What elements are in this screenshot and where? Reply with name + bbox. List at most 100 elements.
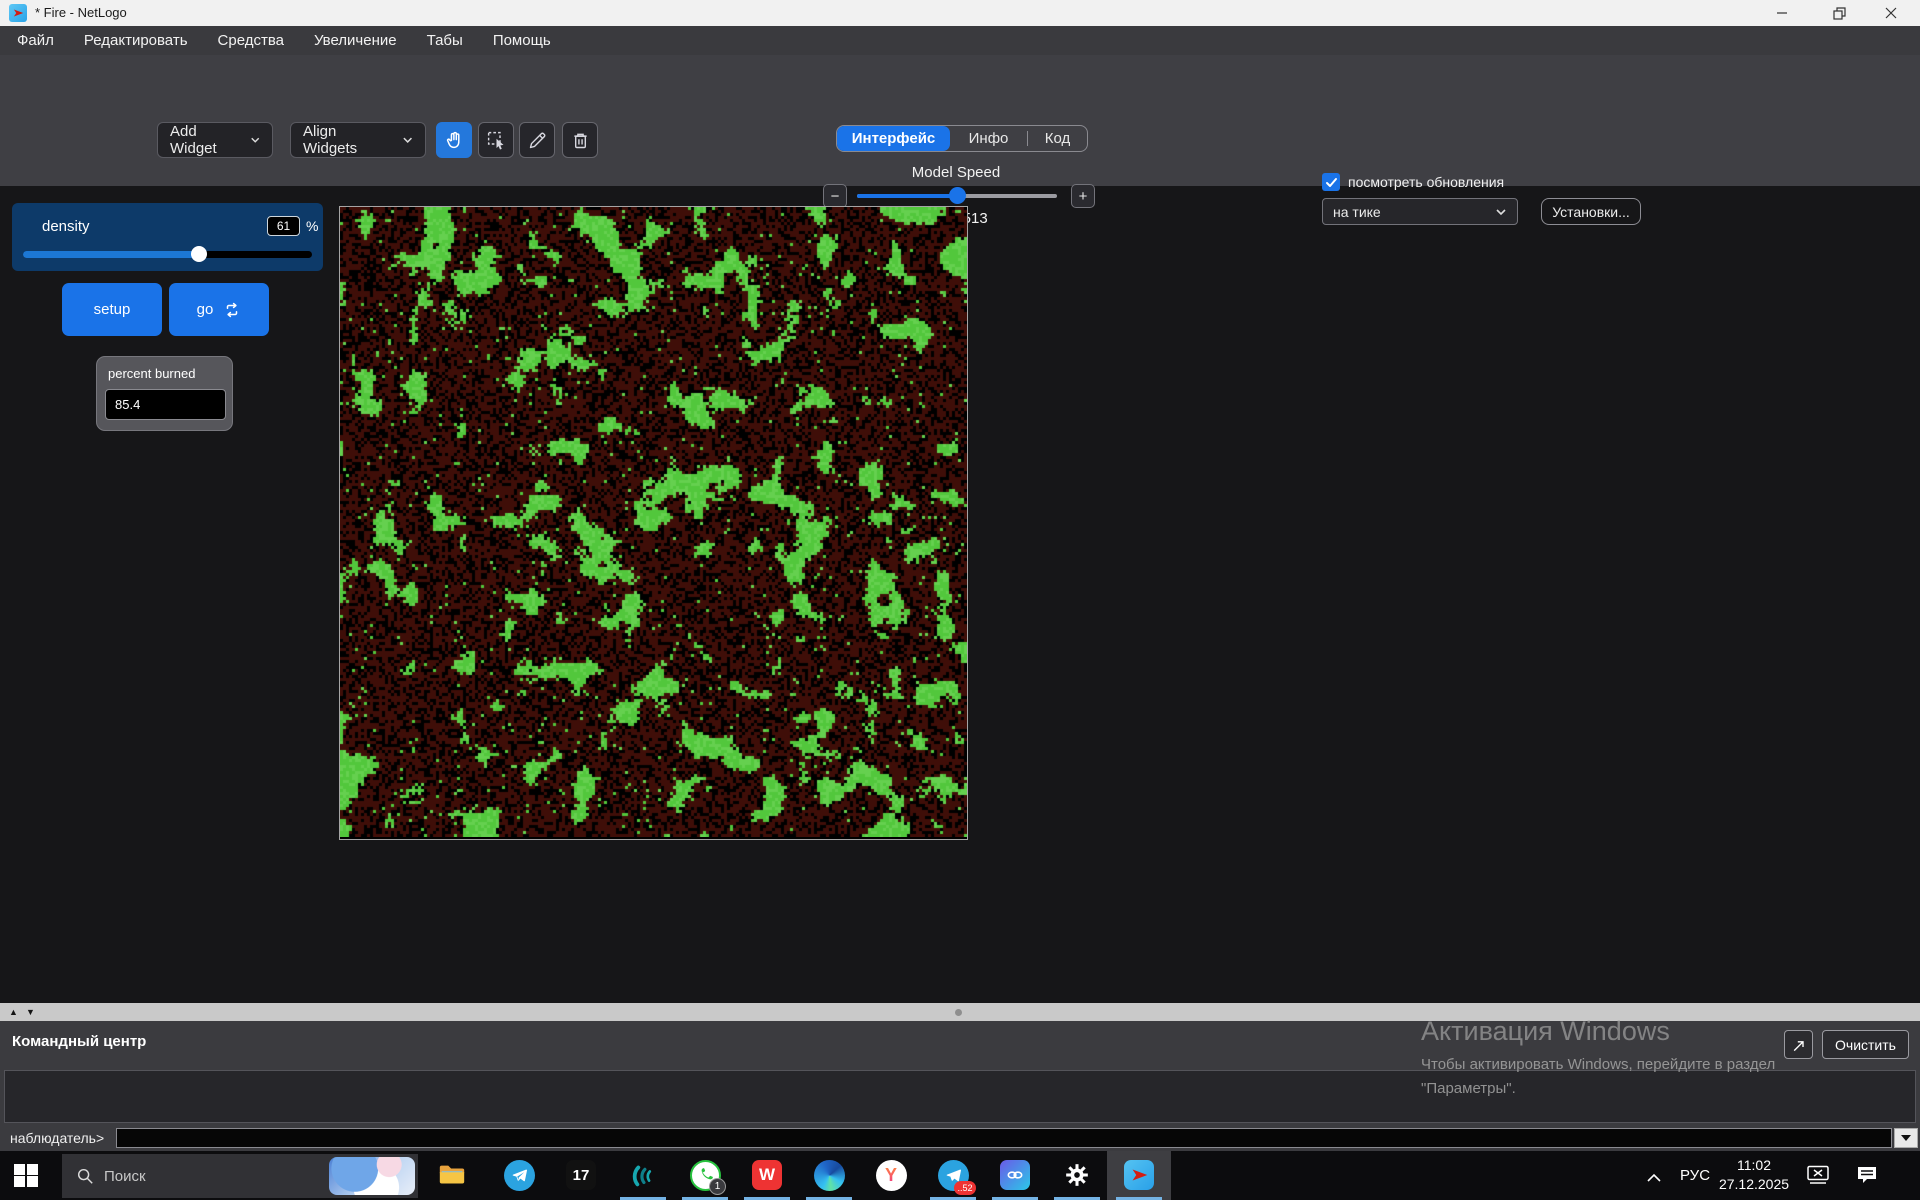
menu-file[interactable]: Файл <box>2 26 69 55</box>
menu-edit[interactable]: Редактировать <box>69 26 203 55</box>
weather-widget-icon[interactable] <box>329 1157 415 1195</box>
selection-icon <box>486 130 507 151</box>
command-center-title: Командный центр <box>12 1033 146 1050</box>
tray-date: 27.12.2025 <box>1718 1175 1790 1194</box>
window-title: * Fire - NetLogo <box>35 0 127 26</box>
world-view-canvas <box>340 207 967 837</box>
view-updates-checkbox[interactable] <box>1322 173 1340 191</box>
percent-burned-monitor: percent burned 85.4 <box>96 356 233 431</box>
pan-hand-tool-button[interactable] <box>436 122 472 158</box>
tab-code[interactable]: Код <box>1028 126 1087 151</box>
start-button[interactable] <box>14 1164 37 1187</box>
delete-tool-button[interactable] <box>562 122 598 158</box>
settings-gear-icon[interactable] <box>1060 1158 1094 1192</box>
tray-time: 11:02 <box>1718 1156 1790 1175</box>
link-app-icon[interactable] <box>998 1158 1032 1192</box>
align-widgets-dropdown[interactable]: Align Widgets <box>290 122 426 158</box>
chevron-down-icon <box>1495 206 1507 218</box>
speed-increase-button[interactable]: + <box>1071 184 1095 208</box>
tray-language[interactable]: РУС <box>1680 1167 1710 1184</box>
speed-decrease-button[interactable]: − <box>823 184 847 208</box>
density-label: density <box>42 218 90 235</box>
search-icon <box>76 1167 94 1185</box>
command-history-dropdown[interactable] <box>1894 1128 1918 1148</box>
density-value[interactable]: 61 <box>267 216 300 236</box>
monitor-label: percent burned <box>108 366 195 381</box>
speed-slider-fill <box>857 194 958 198</box>
menu-zoom[interactable]: Увеличение <box>299 26 412 55</box>
menu-help[interactable]: Помощь <box>478 26 566 55</box>
whatsapp-icon[interactable]: 1 <box>688 1158 722 1192</box>
world-view[interactable] <box>339 206 968 840</box>
setup-button[interactable]: setup <box>62 283 162 336</box>
command-center-output[interactable] <box>4 1070 1916 1123</box>
whatsapp-badge: 1 <box>709 1178 726 1195</box>
wave-app-icon[interactable] <box>626 1158 660 1192</box>
edge-browser-icon[interactable] <box>812 1158 846 1192</box>
menu-tools[interactable]: Средства <box>203 26 299 55</box>
file-explorer-icon[interactable] <box>435 1158 469 1192</box>
search-placeholder: Поиск <box>104 1168 146 1185</box>
forever-loop-icon <box>223 301 241 319</box>
tab-info[interactable]: Инфо <box>950 126 1027 151</box>
notification-center-icon[interactable] <box>1856 1165 1878 1190</box>
taskbar-search[interactable]: Поиск <box>62 1154 418 1198</box>
edit-tool-button[interactable] <box>519 122 555 158</box>
density-slider-widget[interactable]: density 61 % <box>12 203 323 271</box>
select-tool-button[interactable] <box>478 122 514 158</box>
tab-group: Интерфейс Инфо Код <box>836 125 1088 152</box>
tray-expand-chevron[interactable] <box>1646 1170 1662 1188</box>
desktop: * Fire - NetLogo Файл Редактировать Сред… <box>0 0 1920 1200</box>
pencil-icon <box>527 130 548 151</box>
splitter-up-arrow[interactable]: ▲ <box>9 1006 18 1018</box>
chevron-down-icon <box>250 134 260 146</box>
close-button[interactable] <box>1868 0 1914 26</box>
menu-bar: Файл Редактировать Средства Увеличение Т… <box>0 26 1920 55</box>
minimize-button[interactable] <box>1759 0 1805 26</box>
splitter-down-arrow[interactable]: ▼ <box>26 1006 35 1018</box>
model-speed-label: Model Speed <box>856 164 1056 181</box>
chevron-down-icon <box>402 134 413 146</box>
go-button[interactable]: go <box>169 283 269 336</box>
netlogo-app-icon <box>9 4 27 22</box>
update-mode-value: на тике <box>1333 204 1381 220</box>
add-widget-label: Add Widget <box>170 123 238 157</box>
title-bar: * Fire - NetLogo <box>0 0 1920 26</box>
popout-button[interactable] <box>1784 1030 1813 1059</box>
splitter-grip-dot[interactable] <box>955 1009 962 1016</box>
command-line-row: наблюдатель> <box>0 1127 1920 1149</box>
trash-icon <box>570 130 591 151</box>
telegram-second-icon[interactable]: ..52 <box>936 1158 970 1192</box>
tab-interface[interactable]: Интерфейс <box>837 126 950 151</box>
wps-office-icon[interactable]: W <box>750 1158 784 1192</box>
triangle-down-icon <box>1901 1135 1911 1141</box>
tradingview-icon[interactable]: 17 <box>564 1158 598 1192</box>
telegram-icon[interactable] <box>502 1158 536 1192</box>
density-slider-fill <box>23 251 199 258</box>
menu-tabs[interactable]: Табы <box>412 26 478 55</box>
check-icon <box>1325 176 1338 189</box>
interface-toolbar-band: Интерфейс Инфо Код Add Widget Align Widg… <box>0 55 1920 186</box>
update-mode-dropdown[interactable]: на тике <box>1322 198 1518 225</box>
tray-clock[interactable]: 11:02 27.12.2025 <box>1718 1156 1790 1194</box>
command-input[interactable] <box>116 1128 1892 1148</box>
yandex-browser-icon[interactable]: Y <box>874 1158 908 1192</box>
popout-icon <box>1791 1037 1807 1053</box>
view-updates-label: посмотреть обновления <box>1348 173 1504 191</box>
telegram-badge: ..52 <box>954 1181 976 1195</box>
speed-slider-thumb[interactable] <box>949 187 966 204</box>
clear-button[interactable]: Очистить <box>1822 1030 1909 1059</box>
monitor-value: 85.4 <box>105 389 226 420</box>
go-button-label: go <box>197 301 214 318</box>
add-widget-dropdown[interactable]: Add Widget <box>157 122 273 158</box>
align-widgets-label: Align Widgets <box>303 123 390 157</box>
hand-icon <box>444 130 465 151</box>
restore-button[interactable] <box>1816 0 1862 26</box>
setup-button-label: setup <box>94 301 131 318</box>
density-unit: % <box>306 218 318 234</box>
netlogo-taskbar-icon[interactable] <box>1122 1158 1156 1192</box>
density-slider-thumb[interactable] <box>191 246 207 262</box>
settings-button[interactable]: Установки... <box>1541 198 1641 225</box>
tray-touch-indicator-icon[interactable] <box>1806 1165 1830 1190</box>
observer-prompt-label: наблюдатель> <box>10 1127 104 1149</box>
